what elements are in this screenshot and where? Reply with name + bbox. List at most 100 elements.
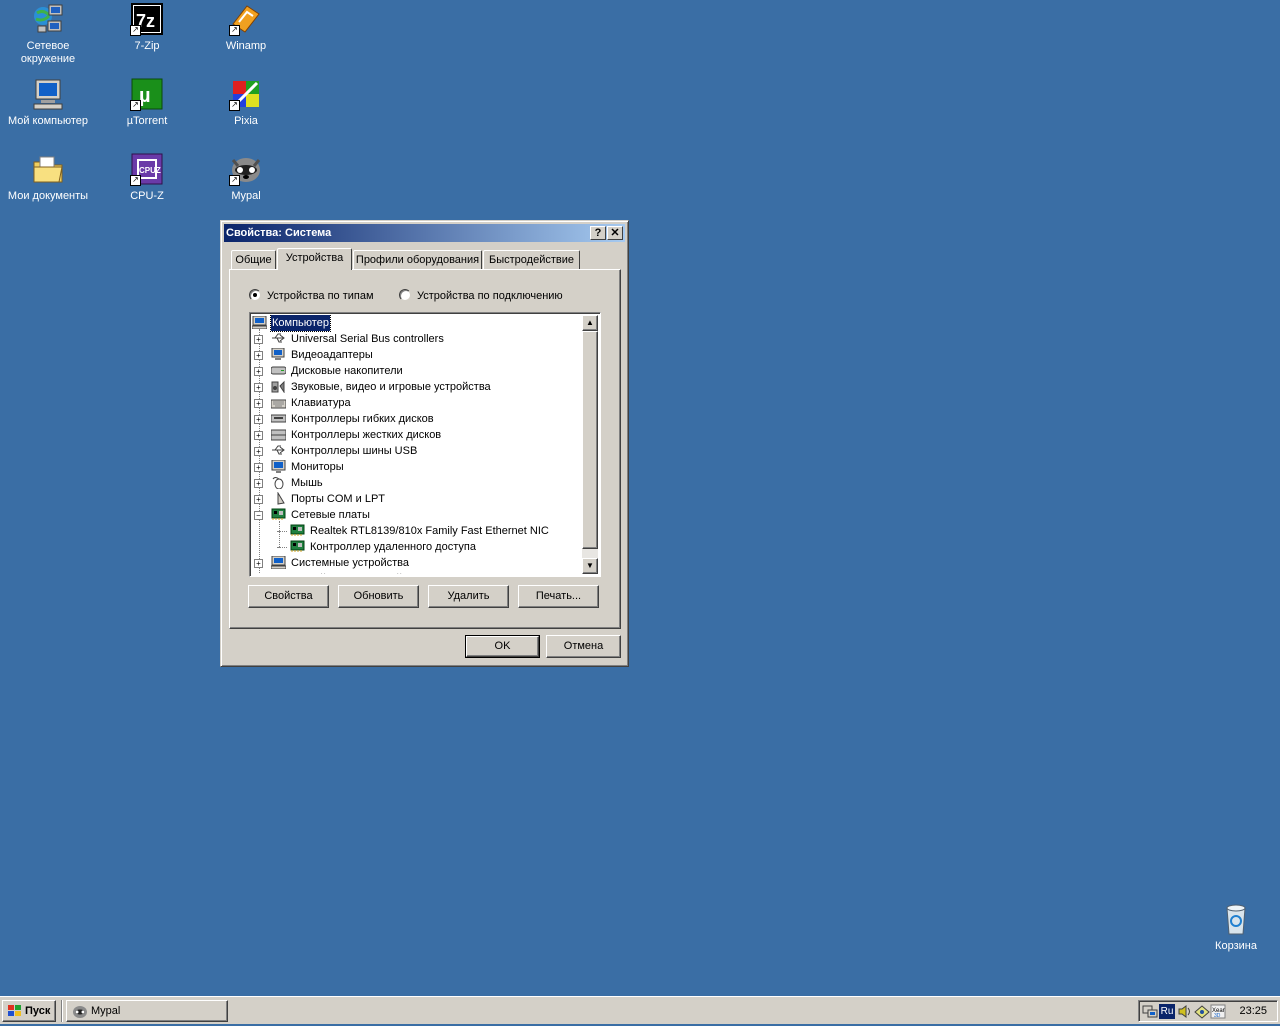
tree-item[interactable]: Realtek RTL8139/810x Family Fast Etherne… <box>252 523 582 539</box>
disk-drive-icon <box>270 364 287 377</box>
tree-item[interactable]: + Видеоадаптеры <box>252 347 582 363</box>
radio-circle[interactable] <box>399 289 411 301</box>
system-tray: Ru Xear 3D 23:25 <box>1138 1000 1278 1022</box>
desktop-icon-network[interactable]: Сетевое окружение <box>3 2 93 66</box>
tree-guide-line <box>277 547 287 548</box>
expand-toggle-icon[interactable]: + <box>254 559 263 568</box>
tree-root-computer[interactable]: Компьютер <box>252 315 582 332</box>
tree-item[interactable]: + Universal Serial Bus controllers <box>252 331 582 347</box>
tree-item-label: Звуковые, видео и игровые устройства <box>291 381 491 393</box>
properties-button[interactable]: Свойства <box>248 585 329 608</box>
tree-item[interactable]: + Контроллеры шины USB <box>252 443 582 459</box>
mypal-icon <box>72 1004 88 1019</box>
desktop-icon-label: 7-Zip <box>134 40 160 52</box>
tree-item[interactable]: + Порты COM и LPT <box>252 491 582 507</box>
refresh-button[interactable]: Обновить <box>338 585 419 608</box>
radio-circle-checked[interactable] <box>249 289 261 301</box>
tree-item[interactable]: + Клавиатура <box>252 395 582 411</box>
mouse-icon <box>271 476 286 490</box>
help-button[interactable]: ? <box>590 226 606 240</box>
shortcut-arrow-icon: ↗ <box>130 175 141 186</box>
tree-item[interactable]: + Мониторы <box>252 459 582 475</box>
desktop-icon-winamp[interactable]: ↗ Winamp <box>201 2 291 53</box>
tab-devices[interactable]: Устройства <box>277 248 352 270</box>
device-tree[interactable]: Компьютер + Universal Serial Bus controll… <box>249 312 601 577</box>
expand-toggle-icon[interactable]: + <box>254 463 263 472</box>
expand-toggle-icon[interactable]: + <box>254 479 263 488</box>
tree-item[interactable]: + Звуковые, видео и игровые устройства <box>252 379 582 395</box>
tree-item-label: Контроллеры жестких дисков <box>291 429 442 441</box>
tree-item[interactable]: + Мышь <box>252 475 582 491</box>
xear-audio-icon[interactable]: Xear 3D <box>1210 1004 1226 1019</box>
tree-item[interactable]: + Системные устройства <box>252 555 582 571</box>
button-label: Отмена <box>563 640 604 652</box>
scroll-down-button[interactable]: ▼ <box>582 558 598 574</box>
recycle-bin-icon <box>1219 902 1253 936</box>
expand-toggle-icon[interactable]: + <box>254 351 263 360</box>
cancel-button[interactable]: Отмена <box>546 635 621 658</box>
mypal-icon: ↗ <box>229 152 263 186</box>
port-icon <box>271 491 286 505</box>
desktop-icon-label: Корзина <box>1215 940 1257 952</box>
expand-toggle-icon[interactable]: + <box>254 335 263 344</box>
tree-item[interactable]: Контроллер удаленного доступа <box>252 539 582 555</box>
expand-toggle-icon[interactable]: + <box>254 399 263 408</box>
tree-item-label: Компьютер <box>270 315 331 332</box>
scroll-up-button[interactable]: ▲ <box>582 315 598 331</box>
tree-item[interactable]: + Контроллеры жестких дисков <box>252 427 582 443</box>
tab-label: Устройства <box>285 252 344 264</box>
taskbar-item-mypal[interactable]: Mypal <box>66 1000 228 1022</box>
taskbar-item-label: Mypal <box>91 1005 121 1017</box>
clock[interactable]: 23:25 <box>1239 1001 1267 1021</box>
ok-button[interactable]: OK <box>465 635 540 658</box>
remove-button[interactable]: Удалить <box>428 585 509 608</box>
desktop-icon-my-documents[interactable]: Мои документы <box>3 152 93 203</box>
desktop-icon-mypal[interactable]: ↗ Mypal <box>201 152 291 203</box>
taskbar: Пуск Mypal Ru Xear 3D 23:25 <box>0 996 1280 1024</box>
tree-item[interactable]: + Контроллеры гибких дисков <box>252 411 582 427</box>
title-bar[interactable]: Свойства: Система ? ✕ <box>224 224 625 242</box>
volume-icon[interactable] <box>1177 1004 1193 1019</box>
button-label: OK <box>494 640 511 652</box>
tree-item-label: Контроллеры гибких дисков <box>291 413 434 425</box>
desktop-icon-my-computer[interactable]: Мой компьютер <box>3 77 93 128</box>
close-button[interactable]: ✕ <box>607 226 623 240</box>
collapse-toggle-icon[interactable]: − <box>254 511 263 520</box>
network-status-icon[interactable] <box>1142 1004 1158 1019</box>
vertical-scrollbar[interactable]: ▲ ▼ <box>582 315 598 574</box>
display-adapter-icon <box>271 347 286 361</box>
expand-toggle-icon[interactable]: + <box>254 383 263 392</box>
utorrent-icon: µ ↗ <box>130 77 164 111</box>
radio-by-connection[interactable]: Устройства по подключению <box>399 288 563 304</box>
expand-toggle-icon[interactable]: + <box>254 415 263 424</box>
scroll-thumb[interactable] <box>582 331 598 549</box>
tab-label: Профили оборудования <box>355 254 480 266</box>
start-button[interactable]: Пуск <box>2 1000 56 1022</box>
desktop-icon-recycle-bin[interactable]: Корзина <box>1191 902 1280 953</box>
expand-toggle-icon[interactable]: + <box>254 431 263 440</box>
print-button[interactable]: Печать... <box>518 585 599 608</box>
tree-item-label: Контроллер удаленного доступа <box>310 541 476 553</box>
tree-item[interactable]: + Дисковые накопители <box>252 363 582 379</box>
expand-toggle-icon[interactable]: + <box>254 495 263 504</box>
tree-item-label: Мониторы <box>291 461 344 473</box>
shortcut-arrow-icon: ↗ <box>130 100 141 111</box>
tree-item[interactable]: +Устройства интерфейса с пользователем <box>252 571 582 574</box>
radio-by-type[interactable]: Устройства по типам <box>249 288 374 304</box>
desktop-icon-pixia[interactable]: ↗ Pixia <box>201 77 291 128</box>
expand-toggle-icon[interactable]: + <box>254 367 263 376</box>
desktop-icon-utorrent[interactable]: µ ↗ µTorrent <box>102 77 192 128</box>
tab-hardware-profiles[interactable]: Профили оборудования <box>353 250 482 269</box>
my-computer-icon <box>31 77 65 111</box>
expand-toggle-icon[interactable]: + <box>254 447 263 456</box>
language-indicator[interactable]: Ru <box>1159 1004 1175 1019</box>
tab-general[interactable]: Общие <box>231 250 276 269</box>
desktop-icon-7zip[interactable]: 7z ↗ 7-Zip <box>102 2 192 53</box>
keyboard-icon <box>270 396 287 409</box>
tab-performance[interactable]: Быстродействие <box>483 250 580 269</box>
system-device-icon <box>270 555 287 570</box>
display-settings-icon[interactable] <box>1194 1004 1210 1019</box>
desktop-icon-cpuz[interactable]: CPUZ ↗ CPU-Z <box>102 152 192 203</box>
desktop-icon-label: µTorrent <box>126 115 168 127</box>
tree-item[interactable]: − Сетевые платы <box>252 507 582 523</box>
